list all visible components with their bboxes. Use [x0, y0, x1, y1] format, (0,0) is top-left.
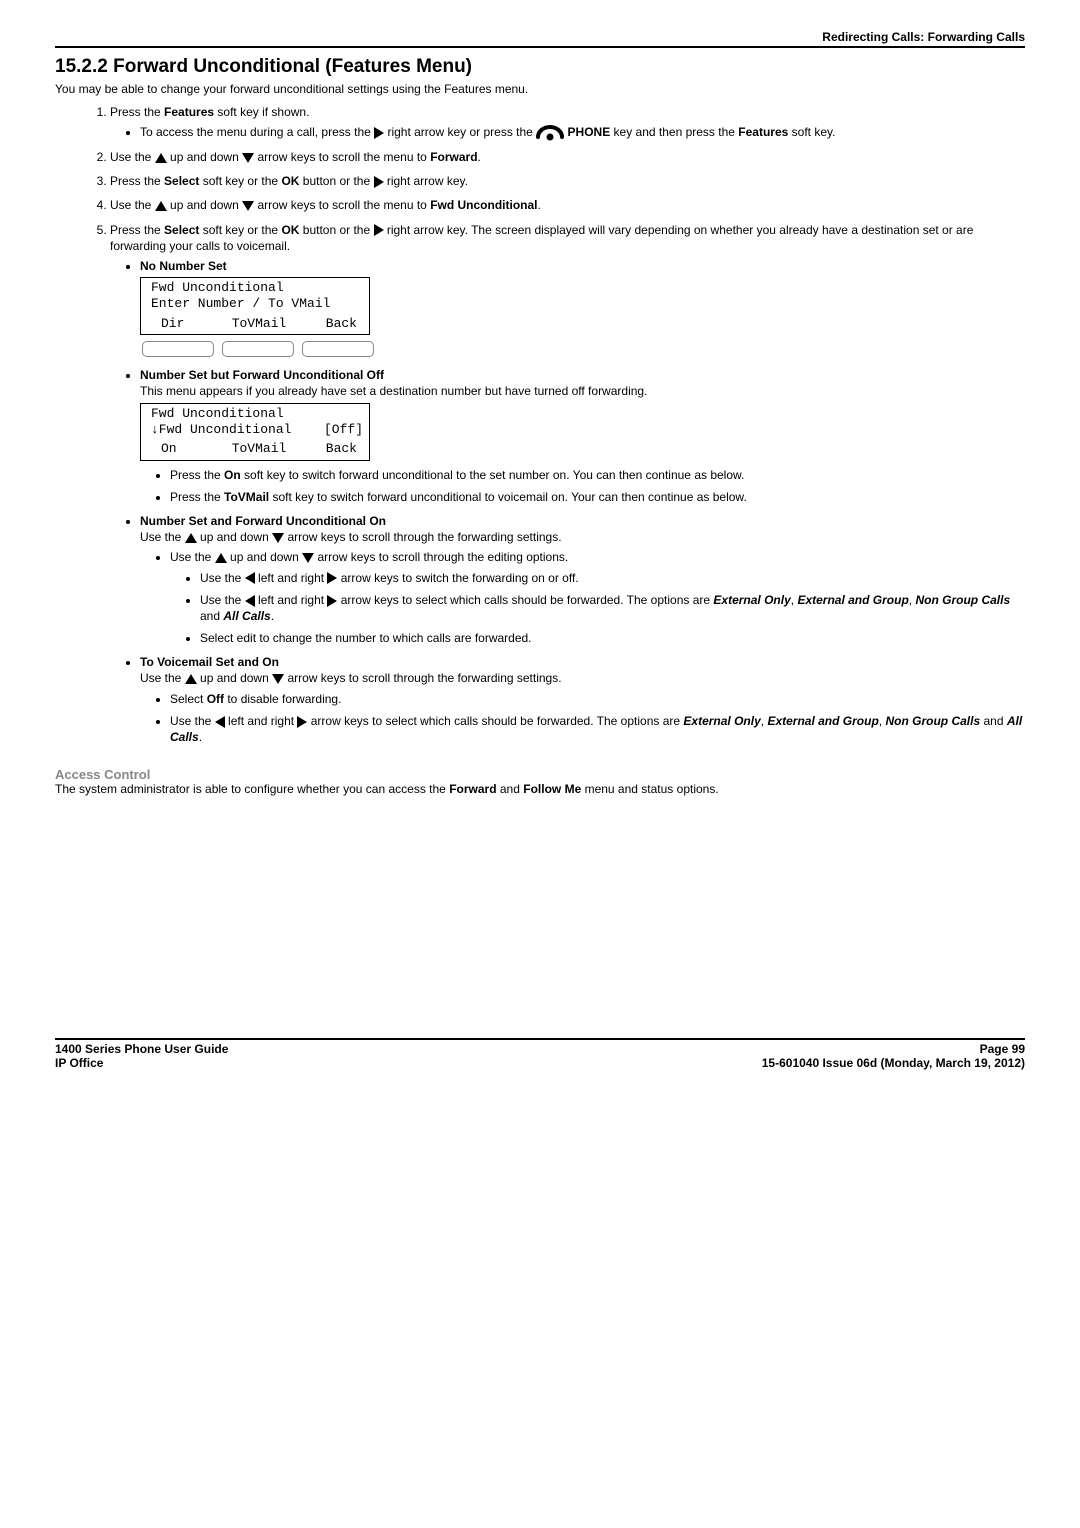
- softkey-3: [302, 341, 374, 357]
- right-arrow-icon: [297, 716, 307, 728]
- step-1-sub: To access the menu during a call, press …: [140, 124, 1025, 141]
- number-set-on: Number Set and Forward Unconditional On …: [140, 513, 1025, 646]
- lcd-no-number: Fwd Unconditional Enter Number / To VMai…: [140, 277, 370, 335]
- steps-list: Press the Features soft key if shown. To…: [55, 104, 1025, 745]
- left-arrow-icon: [245, 595, 255, 607]
- softkey-2: [222, 341, 294, 357]
- right-arrow-icon: [374, 127, 384, 139]
- right-arrow-icon: [327, 572, 337, 584]
- header-text: Redirecting Calls: Forwarding Calls: [822, 30, 1025, 44]
- footer-issue: 15-601040 Issue 06d (Monday, March 19, 2…: [762, 1056, 1025, 1070]
- footer-product: IP Office: [55, 1056, 103, 1070]
- access-control-heading: Access Control: [55, 767, 1025, 782]
- num-off-bullet-on: Press the On soft key to switch forward …: [170, 467, 1025, 483]
- access-control-text: The system administrator is able to conf…: [55, 782, 1025, 796]
- softkey-row: [142, 341, 1025, 357]
- num-on-switch-onoff: Use the left and right arrow keys to swi…: [200, 570, 1025, 586]
- right-arrow-icon: [374, 176, 384, 188]
- up-arrow-icon: [185, 533, 197, 543]
- down-arrow-icon: [242, 201, 254, 211]
- up-arrow-icon: [155, 153, 167, 163]
- down-arrow-icon: [302, 553, 314, 563]
- right-arrow-icon: [327, 595, 337, 607]
- right-arrow-icon: [374, 224, 384, 236]
- up-arrow-icon: [215, 553, 227, 563]
- step-3: Press the Select soft key or the OK butt…: [110, 173, 1025, 189]
- intro-text: You may be able to change your forward u…: [55, 82, 1025, 96]
- num-off-desc: This menu appears if you already have se…: [140, 384, 647, 398]
- number-set-off: Number Set but Forward Unconditional Off…: [140, 367, 1025, 505]
- page-footer: 1400 Series Phone User Guide Page 99 IP …: [0, 1038, 1080, 1090]
- num-on-heading: Number Set and Forward Unconditional On: [140, 514, 386, 528]
- phone-icon: [536, 125, 564, 141]
- num-off-bullet-tovmail: Press the ToVMail soft key to switch for…: [170, 489, 1025, 505]
- footer-guide-title: 1400 Series Phone User Guide: [55, 1042, 228, 1056]
- no-number-heading: No Number Set: [140, 259, 227, 273]
- softkey-1: [142, 341, 214, 357]
- num-on-scroll-edit: Use the up and down arrow keys to scroll…: [170, 549, 1025, 646]
- vm-on-which-calls: Use the left and right arrow keys to sel…: [170, 713, 1025, 745]
- section-title: 15.2.2 Forward Unconditional (Features M…: [55, 56, 1025, 78]
- num-on-which-calls: Use the left and right arrow keys to sel…: [200, 592, 1025, 624]
- no-number-set: No Number Set Fwd Unconditional Enter Nu…: [140, 258, 1025, 357]
- down-arrow-icon: [242, 153, 254, 163]
- step-4: Use the up and down arrow keys to scroll…: [110, 197, 1025, 213]
- left-arrow-icon: [215, 716, 225, 728]
- page-header: Redirecting Calls: Forwarding Calls: [55, 30, 1025, 48]
- step-5: Press the Select soft key or the OK butt…: [110, 222, 1025, 746]
- step-2: Use the up and down arrow keys to scroll…: [110, 149, 1025, 165]
- down-arrow-icon: [272, 533, 284, 543]
- lcd-num-off: Fwd Unconditional ↓Fwd Unconditional [Of…: [140, 403, 370, 461]
- num-off-heading: Number Set but Forward Unconditional Off: [140, 368, 384, 382]
- num-on-select-edit: Select edit to change the number to whic…: [200, 630, 1025, 646]
- voicemail-set-on: To Voicemail Set and On Use the up and d…: [140, 654, 1025, 745]
- vm-on-off: Select Off to disable forwarding.: [170, 691, 1025, 707]
- up-arrow-icon: [185, 674, 197, 684]
- footer-page-number: Page 99: [980, 1042, 1025, 1056]
- up-arrow-icon: [155, 201, 167, 211]
- step-1: Press the Features soft key if shown. To…: [110, 104, 1025, 141]
- down-arrow-icon: [272, 674, 284, 684]
- vm-on-heading: To Voicemail Set and On: [140, 655, 279, 669]
- left-arrow-icon: [245, 572, 255, 584]
